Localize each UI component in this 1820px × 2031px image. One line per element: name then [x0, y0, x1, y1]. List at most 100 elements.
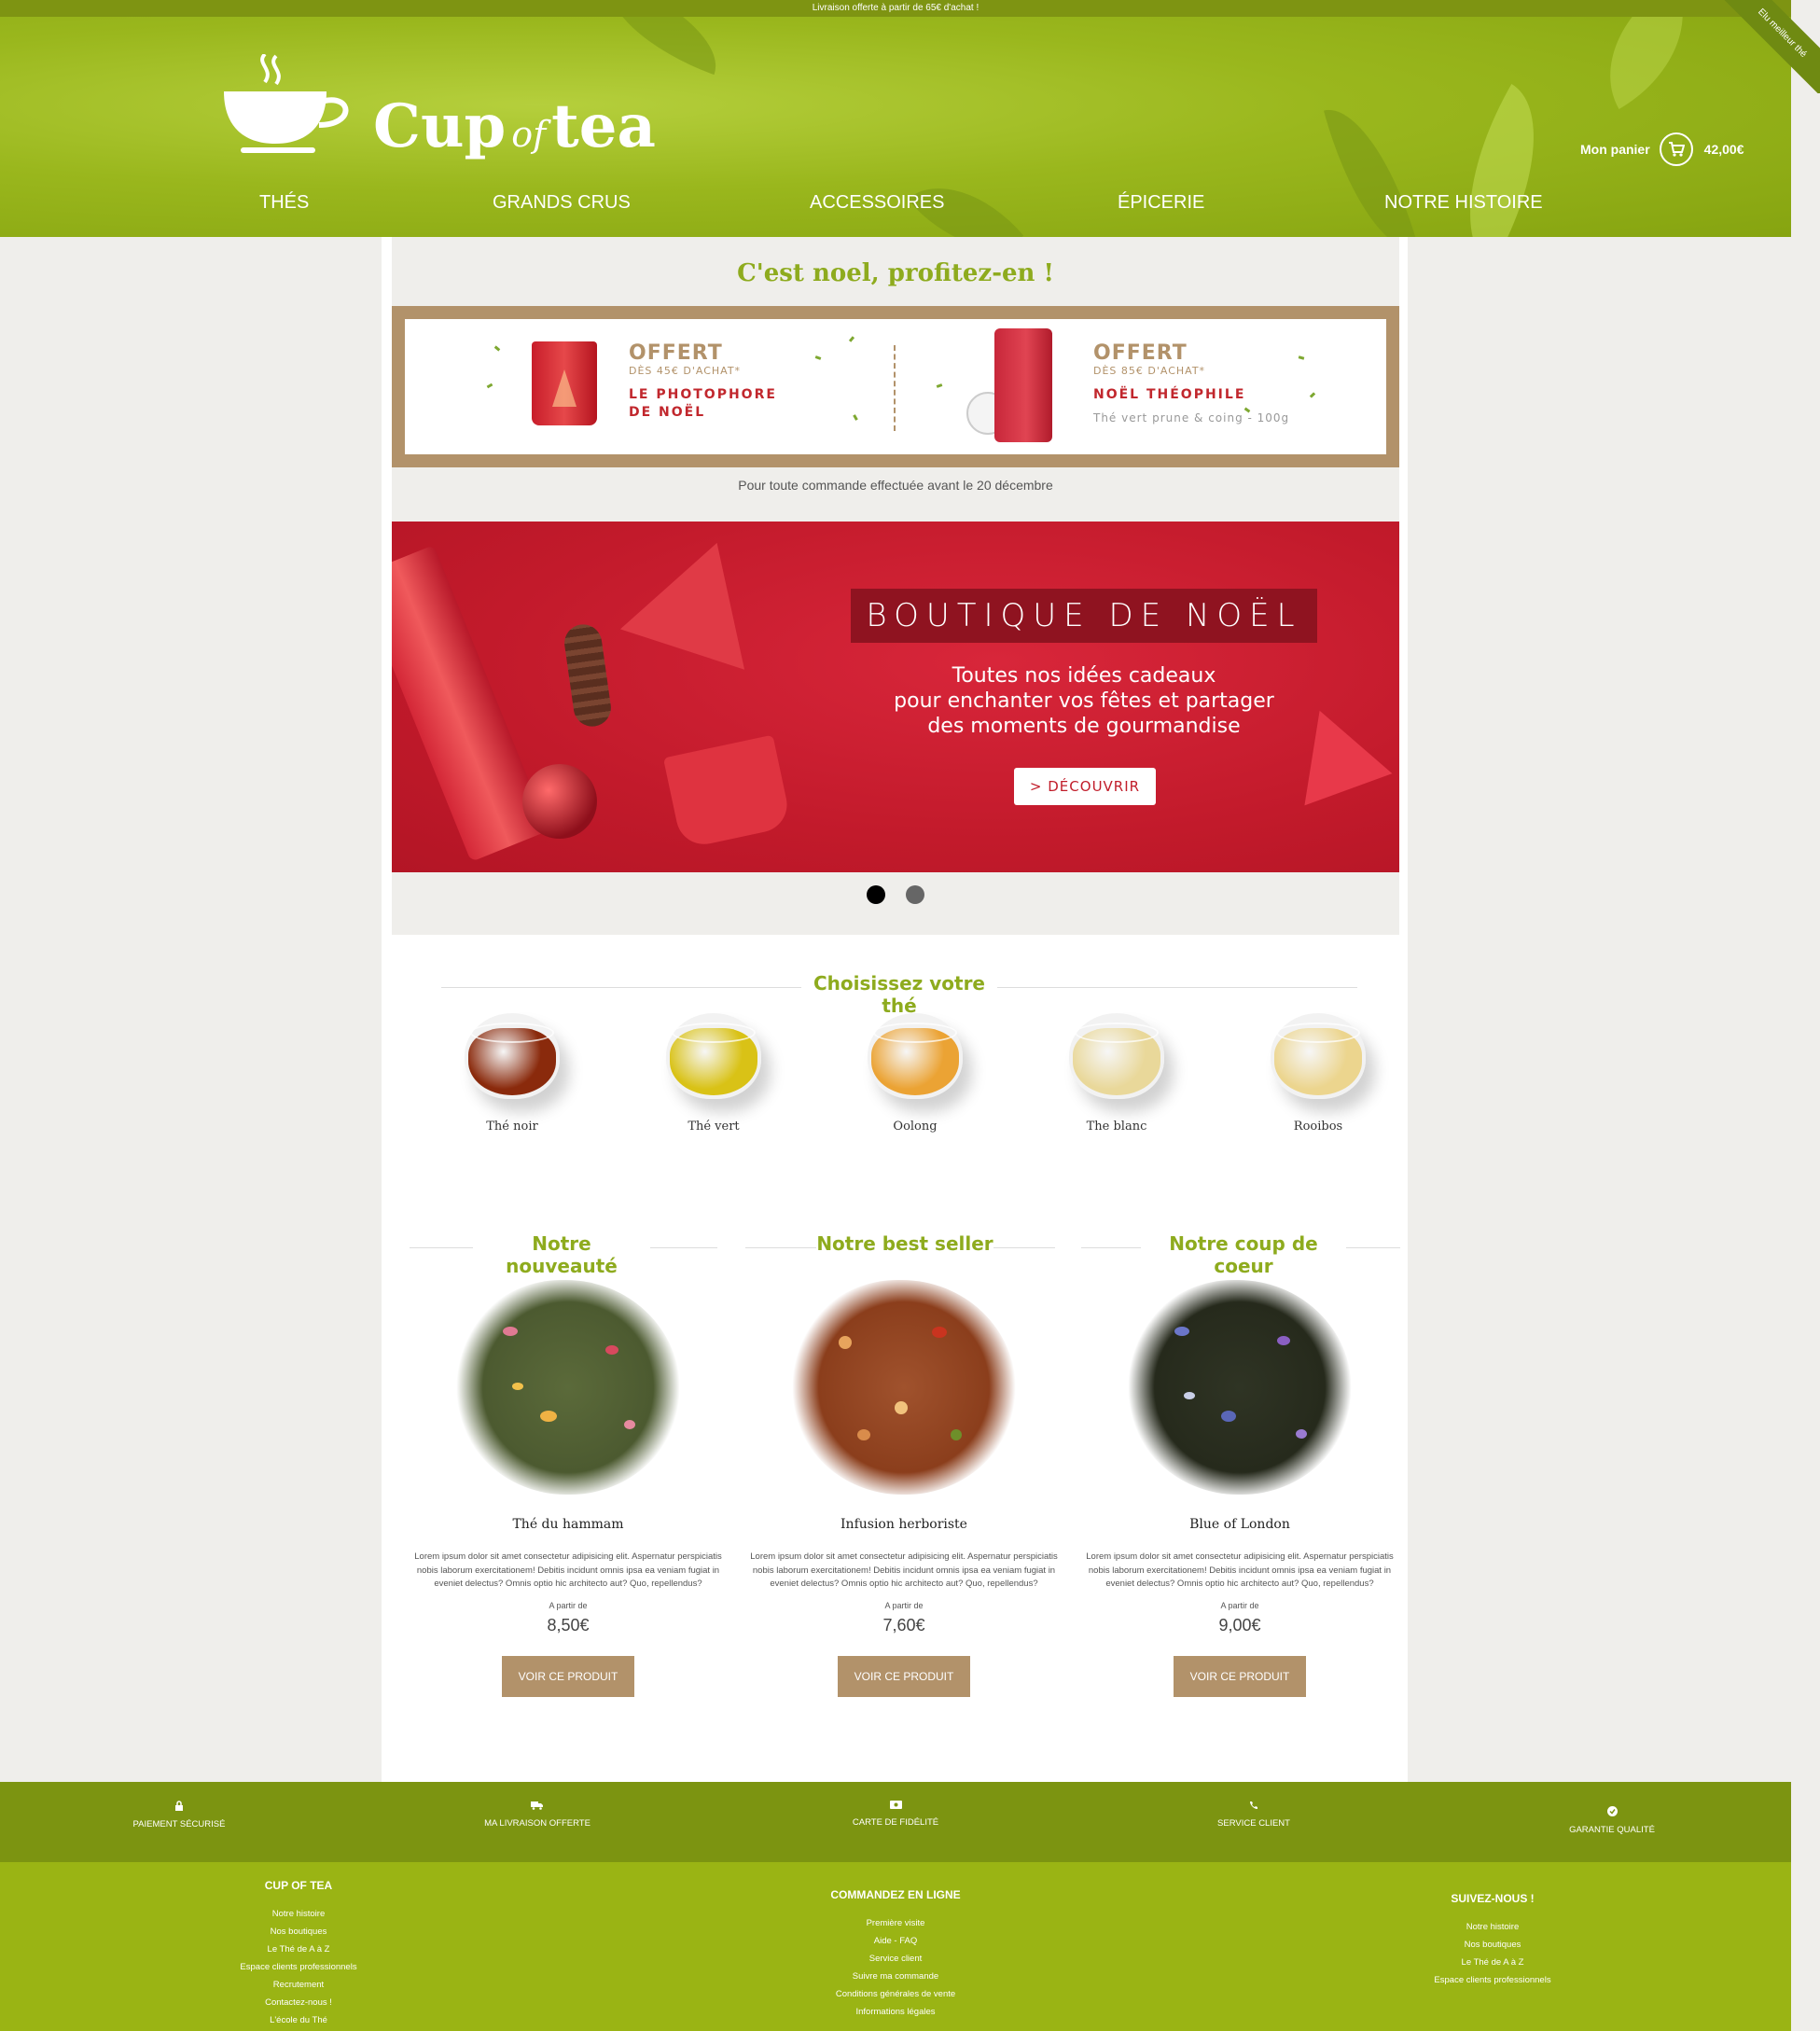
footer-link[interactable]: Notre histoire — [1399, 1918, 1586, 1936]
offer-2-headline: OFFERT — [1093, 341, 1188, 365]
award-ribbon-text: Elu meilleur thé — [1710, 0, 1820, 93]
slide-star-image — [619, 522, 780, 670]
confetti — [853, 414, 858, 421]
product-card: Thé du hammam Lorem ipsum dolor sit amet… — [410, 1271, 727, 1697]
footer-link[interactable]: Première visite — [802, 1914, 989, 1932]
nav-item-accessoires[interactable]: ACCESSOIRES — [810, 192, 944, 214]
offer-2-product: NOËL THÉOPHILE — [1093, 387, 1246, 402]
offer-1-headline: OFFERT — [629, 341, 723, 365]
confetti — [486, 383, 493, 389]
footer-link[interactable]: Service client — [802, 1950, 989, 1968]
truck-icon — [425, 1801, 649, 1813]
cart-label: Mon panier — [1580, 142, 1650, 157]
tea-type-item[interactable]: Thé noir — [438, 1008, 587, 1134]
view-product-button[interactable]: VOIR CE PRODUIT — [502, 1655, 634, 1697]
feature-label: CARTE DE FIDÉLITÉ — [852, 1817, 939, 1828]
footer-link[interactable]: Conditions générales de vente — [802, 1985, 989, 2003]
cart-icon[interactable] — [1659, 132, 1693, 166]
tea-bowl-image — [662, 1008, 765, 1101]
card-icon — [784, 1801, 1007, 1812]
feature-label: PAIEMENT SÉCURISÉ — [132, 1819, 226, 1829]
confetti — [1298, 355, 1305, 360]
footer-links: CUP OF TEA Notre histoire Nos boutiques … — [0, 1862, 1791, 2031]
nav-item-epicerie[interactable]: ÉPICERIE — [1118, 192, 1204, 214]
product-name: Thé du hammam — [512, 1517, 624, 1532]
product-image-hammam[interactable] — [447, 1271, 689, 1504]
view-product-button[interactable]: VOIR CE PRODUIT — [1174, 1655, 1306, 1697]
footer-link[interactable]: Nos boutiques — [205, 1923, 392, 1941]
lock-icon — [67, 1801, 291, 1814]
candle-image — [532, 341, 597, 425]
nav-item-grands-crus[interactable]: GRANDS CRUS — [493, 192, 631, 214]
footer-link[interactable]: Le Thé de A à Z — [205, 1941, 392, 1958]
tea-type-label: Thé noir — [486, 1120, 538, 1134]
confetti — [1309, 392, 1316, 398]
feature-loyalty-card: CARTE DE FIDÉLITÉ — [784, 1801, 1007, 1828]
slider-dot-1[interactable] — [867, 885, 885, 904]
price-prefix: A partir de — [549, 1600, 588, 1610]
footer-link[interactable]: Notre histoire — [205, 1905, 392, 1923]
tea-type-label: Oolong — [893, 1120, 938, 1134]
footer-link[interactable]: Contactez-nous ! — [205, 1994, 392, 2011]
offer-1-product: LE PHOTOPHORE DE NOËL — [629, 386, 777, 422]
footer-column-order-online: COMMANDEZ EN LIGNE Première visite Aide … — [802, 1888, 989, 2021]
offer-1-product-line1: LE PHOTOPHORE — [629, 387, 777, 402]
announcement-text: Livraison offerte à partir de 65€ d'acha… — [812, 3, 979, 13]
footer-link[interactable]: Suivre ma commande — [802, 1968, 989, 1985]
slide-mug-image — [662, 734, 793, 850]
site-logo[interactable]: Cup oftea — [222, 34, 688, 174]
feature-secure-payment: PAIEMENT SÉCURISÉ — [67, 1801, 291, 1829]
footer-link[interactable]: Le Thé de A à Z — [1399, 1954, 1586, 1971]
product-card: Infusion herboriste Lorem ipsum dolor si… — [745, 1271, 1063, 1697]
offer-divider — [894, 345, 896, 431]
divider-line — [1081, 1247, 1141, 1248]
tea-type-item[interactable]: Rooibos — [1243, 1008, 1393, 1134]
divider-line — [441, 987, 801, 988]
footer-link[interactable]: Recrutement — [205, 1976, 392, 1994]
divider-line — [650, 1247, 717, 1248]
product-description: Lorem ipsum dolor sit amet consectetur a… — [1086, 1551, 1394, 1589]
teacup-icon — [224, 54, 349, 153]
footer-link[interactable]: Espace clients professionnels — [1399, 1971, 1586, 1989]
slide-tagline-line2: pour enchanter vos fêtes et partager — [894, 689, 1274, 713]
slider-dots — [392, 885, 1399, 904]
discover-button[interactable]: > DÉCOUVRIR — [1014, 768, 1156, 805]
hero-slider[interactable]: BOUTIQUE DE NOËL Toutes nos idées cadeau… — [392, 522, 1399, 872]
offer-banner[interactable]: OFFERT DÈS 45€ D'ACHAT* LE PHOTOPHORE DE… — [392, 306, 1399, 467]
feature-label: MA LIVRAISON OFFERTE — [484, 1818, 590, 1829]
view-product-button[interactable]: VOIR CE PRODUIT — [838, 1655, 970, 1697]
tea-type-item[interactable]: The blanc — [1042, 1008, 1191, 1134]
footer-link[interactable]: Aide - FAQ — [802, 1932, 989, 1950]
price-prefix: A partir de — [884, 1600, 924, 1610]
footer-link[interactable]: L'école du Thé — [205, 2011, 392, 2029]
divider-line — [410, 1247, 473, 1248]
product-image-infusion[interactable] — [783, 1271, 1025, 1504]
offer-1-product-line2: DE NOËL — [629, 405, 706, 420]
announcement-bar: Livraison offerte à partir de 65€ d'acha… — [0, 0, 1791, 17]
product-price: 9,00€ — [1218, 1615, 1261, 1635]
main-navigation: THÉS GRANDS CRUS ACCESSOIRES ÉPICERIE NO… — [0, 192, 1791, 226]
nav-item-thes[interactable]: THÉS — [259, 192, 309, 214]
site-header: Cup oftea Mon panier 42,00€ THÉS GRANDS C… — [0, 17, 1791, 237]
product-image-blue-of-london[interactable] — [1118, 1271, 1361, 1504]
divider-line — [997, 987, 1357, 988]
nav-item-notre-histoire[interactable]: NOTRE HISTOIRE — [1384, 192, 1543, 214]
tea-type-item[interactable]: Thé vert — [639, 1008, 788, 1134]
footer-link[interactable]: Espace clients professionnels — [205, 1958, 392, 1976]
confetti — [814, 355, 822, 360]
tea-type-item[interactable]: Oolong — [841, 1008, 990, 1134]
footer-link[interactable]: Informations légales — [802, 2003, 989, 2021]
tea-bowl-image — [461, 1008, 563, 1101]
footer-link[interactable]: Nos boutiques — [1399, 1936, 1586, 1954]
product-price: 8,50€ — [547, 1615, 590, 1635]
feature-label: GARANTIE QUALITÉ — [1569, 1825, 1655, 1835]
phone-icon — [1142, 1801, 1366, 1813]
tea-type-label: The blanc — [1086, 1120, 1147, 1134]
promo-title: C'est noel, profitez-en ! — [737, 259, 1054, 287]
footer-features: PAIEMENT SÉCURISÉ MA LIVRAISON OFFERTE C… — [0, 1782, 1791, 1862]
feature-label: SERVICE CLIENT — [1217, 1818, 1290, 1829]
tea-bowl-image — [1267, 1008, 1369, 1101]
cart-widget[interactable]: Mon panier 42,00€ — [1580, 132, 1744, 166]
slider-dot-2[interactable] — [906, 885, 924, 904]
product-card: Blue of London Lorem ipsum dolor sit ame… — [1081, 1271, 1398, 1697]
